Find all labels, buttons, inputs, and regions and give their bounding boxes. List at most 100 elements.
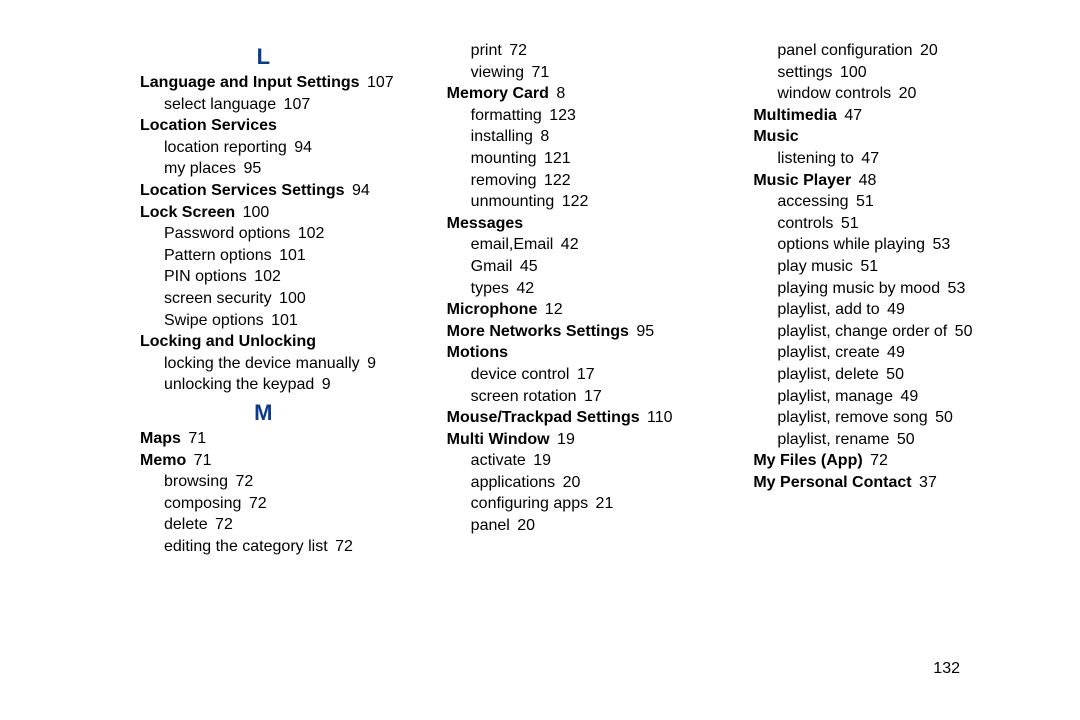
index-entry: select language 107 xyxy=(164,94,387,116)
index-entry-label: types xyxy=(471,280,509,297)
index-entry: Multimedia 47 xyxy=(753,105,1000,127)
index-column-1: LLanguage and Input Settings 107select l… xyxy=(140,40,387,557)
index-entry: viewing 71 xyxy=(471,62,694,84)
index-entry: screen rotation 17 xyxy=(471,386,694,408)
index-entry-label: applications xyxy=(471,474,556,491)
index-entry-label: Mouse/Trackpad Settings xyxy=(447,409,640,426)
index-entry: My Personal Contact 37 xyxy=(753,472,1000,494)
index-entry-label: Microphone xyxy=(447,301,538,318)
index-entry-label: editing the category list xyxy=(164,538,328,555)
index-entry-page: 72 xyxy=(244,495,266,512)
index-entry-label: controls xyxy=(777,215,833,232)
index-entry-label: accessing xyxy=(777,193,848,210)
index-entry: delete 72 xyxy=(164,514,387,536)
index-entry-page: 21 xyxy=(591,495,613,512)
index-entry-label: unmounting xyxy=(471,193,555,210)
index-entry: More Networks Settings 95 xyxy=(447,321,694,343)
index-entry: Multi Window 19 xyxy=(447,429,694,451)
index-entry-page: 71 xyxy=(189,452,211,469)
index-entry-label: removing xyxy=(471,172,537,189)
index-entry: device control 17 xyxy=(471,364,694,386)
index-entry-page: 101 xyxy=(275,247,306,264)
index-entry: window controls 20 xyxy=(777,83,1000,105)
index-entry-page: 51 xyxy=(852,193,874,210)
index-entry: screen security 100 xyxy=(164,288,387,310)
index-entry-page: 53 xyxy=(928,236,950,253)
index-entry-page: 72 xyxy=(331,538,353,555)
index-entry: playlist, add to 49 xyxy=(777,299,1000,321)
index-entry-page: 47 xyxy=(857,150,879,167)
index-entry-label: playlist, change order of xyxy=(777,323,947,340)
index-entry-page: 100 xyxy=(835,64,866,81)
index-entry-page: 37 xyxy=(915,474,937,491)
index-entry-label: playlist, create xyxy=(777,344,879,361)
index-entry-page: 71 xyxy=(527,64,549,81)
index-entry-page: 12 xyxy=(540,301,562,318)
index-entry-label: My Files (App) xyxy=(753,452,862,469)
index-entry: locking the device manually 9 xyxy=(164,353,387,375)
index-entry: Music Player 48 xyxy=(753,170,1000,192)
page-number: 132 xyxy=(933,660,960,678)
index-column-2: print 72viewing 71Memory Card 8formattin… xyxy=(447,40,694,557)
index-entry: play music 51 xyxy=(777,256,1000,278)
index-entry-page: 53 xyxy=(943,280,965,297)
index-entry-label: PIN options xyxy=(164,268,247,285)
index-entry: types 42 xyxy=(471,278,694,300)
index-entry-label: playlist, delete xyxy=(777,366,878,383)
index-entry: Gmail 45 xyxy=(471,256,694,278)
index-entry: options while playing 53 xyxy=(777,234,1000,256)
index-entry-page: 19 xyxy=(553,431,575,448)
index-entry-page: 72 xyxy=(866,452,888,469)
index-entry-page: 102 xyxy=(293,225,324,242)
index-entry-label: select language xyxy=(164,96,276,113)
index-entry-label: activate xyxy=(471,452,526,469)
index-entry-label: my places xyxy=(164,160,236,177)
index-entry-label: Lock Screen xyxy=(140,204,235,221)
index-entry-page: 42 xyxy=(556,236,578,253)
index-entry-label: Memo xyxy=(140,452,186,469)
index-entry-label: Language and Input Settings xyxy=(140,74,360,91)
index-entry: email,Email 42 xyxy=(471,234,694,256)
index-entry-page: 107 xyxy=(279,96,310,113)
index-entry: browsing 72 xyxy=(164,471,387,493)
index-entry: unlocking the keypad 9 xyxy=(164,374,387,396)
index-entry-label: Swipe options xyxy=(164,312,264,329)
index-entry: configuring apps 21 xyxy=(471,493,694,515)
index-entry-page: 50 xyxy=(950,323,972,340)
index-entry: settings 100 xyxy=(777,62,1000,84)
index-entry: activate 19 xyxy=(471,450,694,472)
index-entry: playlist, change order of 50 xyxy=(777,321,1000,343)
index-columns: LLanguage and Input Settings 107select l… xyxy=(140,40,1000,557)
index-entry-page: 42 xyxy=(512,280,534,297)
index-entry: applications 20 xyxy=(471,472,694,494)
index-entry-label: Pattern options xyxy=(164,247,272,264)
index-entry-label: browsing xyxy=(164,473,228,490)
index-entry-label: mounting xyxy=(471,150,537,167)
index-entry-page: 50 xyxy=(931,409,953,426)
index-entry-page: 101 xyxy=(267,312,298,329)
index-entry-label: screen rotation xyxy=(471,388,577,405)
index-entry-label: unlocking the keypad xyxy=(164,376,314,393)
index-entry: Mouse/Trackpad Settings 110 xyxy=(447,407,694,429)
index-entry: controls 51 xyxy=(777,213,1000,235)
index-entry: playlist, rename 50 xyxy=(777,429,1000,451)
index-entry-page: 94 xyxy=(290,139,312,156)
index-entry-page: 71 xyxy=(184,430,206,447)
index-entry-label: print xyxy=(471,42,502,59)
index-entry: location reporting 94 xyxy=(164,137,387,159)
index-entry-label: My Personal Contact xyxy=(753,474,911,491)
index-entry-label: Multimedia xyxy=(753,107,837,124)
index-entry: removing 122 xyxy=(471,170,694,192)
index-entry: Lock Screen 100 xyxy=(140,202,387,224)
index-entry: Password options 102 xyxy=(164,223,387,245)
index-entry-page: 100 xyxy=(275,290,306,307)
index-entry-label: play music xyxy=(777,258,853,275)
index-entry-page: 72 xyxy=(211,516,233,533)
index-entry-label: playlist, remove song xyxy=(777,409,927,426)
index-entry-label: Location Services xyxy=(140,117,277,134)
index-entry-page: 48 xyxy=(854,172,876,189)
index-entry-label: panel xyxy=(471,517,510,534)
index-entry: unmounting 122 xyxy=(471,191,694,213)
index-entry-label: More Networks Settings xyxy=(447,323,629,340)
index-page: LLanguage and Input Settings 107select l… xyxy=(0,0,1080,720)
